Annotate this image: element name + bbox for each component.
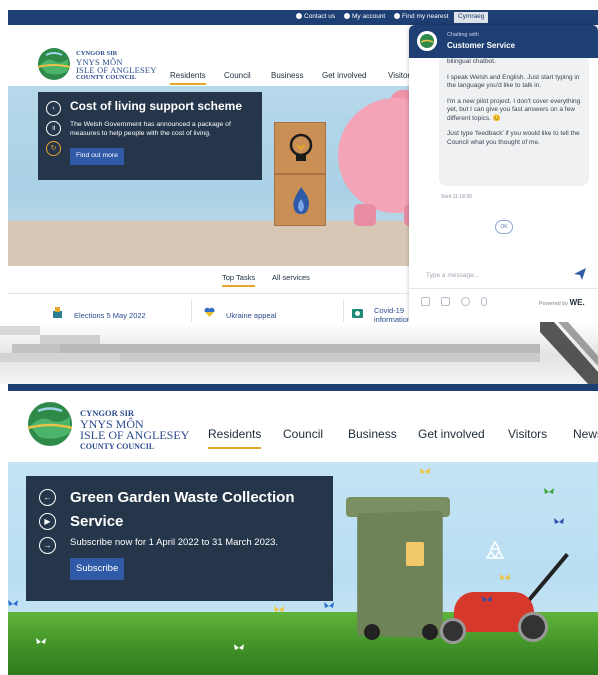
butterfly-icon — [234, 644, 244, 650]
send-icon[interactable] — [573, 267, 587, 281]
anglesey-logo-icon[interactable] — [25, 401, 75, 447]
emoji-icon[interactable] — [461, 297, 470, 306]
green-bin-icon — [357, 510, 443, 639]
hero-description: Subscribe now for 1 April 2022 to 31 Mar… — [70, 537, 279, 548]
my-account-link[interactable]: My account — [344, 13, 385, 20]
council-chat-avatar — [417, 31, 437, 51]
butterfly-icon — [554, 518, 564, 524]
butterfly-icon — [482, 596, 492, 602]
next-slide-icon[interactable]: → — [39, 537, 56, 554]
covid-info-icon — [352, 309, 363, 318]
nav-business[interactable]: Business — [271, 71, 303, 80]
nav-news[interactable]: News — [573, 427, 598, 441]
heart-icon — [204, 307, 215, 317]
recycle-icon — [485, 540, 505, 559]
butterfly-icon — [544, 488, 554, 494]
butterfly-icon — [274, 606, 284, 612]
image-icon[interactable] — [441, 297, 450, 306]
nav-residents[interactable]: Residents — [170, 71, 206, 85]
pixel-fade — [40, 335, 100, 344]
utility-bar: Contact us My account Find my nearest Cy… — [8, 10, 598, 25]
council-wordmark: CYNGOR SIR YNYS MÔN ISLE OF ANGLESEY COU… — [80, 408, 190, 451]
bin-wheel — [422, 624, 438, 640]
tab-top-tasks[interactable]: Top Tasks — [222, 273, 256, 287]
hero-title: Cost of living support scheme — [70, 99, 243, 113]
chat-subtitle: Chatting with — [447, 32, 479, 38]
chat-bubble-icon — [296, 13, 302, 19]
lawnmower-wheel — [440, 618, 466, 644]
microphone-icon[interactable] — [481, 297, 487, 306]
garden-waste-hero: ← ▶ → Green Garden Waste Collection Serv… — [8, 462, 598, 675]
screenshot-divider — [0, 322, 598, 384]
pixel-fade — [0, 353, 120, 362]
chat-footer-divider — [409, 288, 598, 289]
ballot-box-icon — [53, 307, 62, 318]
play-slide-icon[interactable]: ▶ — [39, 513, 56, 530]
find-out-more-button[interactable]: Find out more — [70, 148, 124, 165]
chatbot-widget[interactable]: Chatting with Customer Service bilingual… — [409, 25, 598, 322]
wooden-block-gas — [274, 174, 326, 226]
butterfly-icon — [420, 468, 430, 474]
garden-waste-screenshot: CYNGOR SIR YNYS MÔN ISLE OF ANGLESEY COU… — [8, 384, 598, 675]
lawnmower-wheel — [518, 612, 548, 642]
message-timestamp: Sent 11:18:30 — [441, 194, 472, 200]
location-pin-icon — [394, 13, 400, 19]
ok-quick-reply-button[interactable]: OK — [495, 220, 513, 234]
piggy-bank-leg — [354, 204, 376, 226]
nav-council[interactable]: Council — [224, 71, 251, 80]
hero-text-panel: ← ▶ → Green Garden Waste Collection Serv… — [26, 476, 333, 601]
nav-council[interactable]: Council — [283, 427, 323, 441]
butterfly-icon — [324, 602, 334, 608]
pixel-fade — [0, 326, 40, 335]
powered-by-label: Powered by WE. — [539, 298, 585, 307]
pause-slide-icon[interactable]: ॥ — [46, 121, 61, 136]
chat-message-bubble: bilingual chatbot. I speak Welsh and Eng… — [439, 58, 589, 186]
bin-wheel — [364, 624, 380, 640]
butterfly-icon — [36, 638, 46, 644]
lightbulb-icon — [289, 133, 313, 161]
slide-progress-icon[interactable]: ↻ — [46, 141, 61, 156]
hero-text-panel: ‹ ॥ ↻ Cost of living support scheme The … — [38, 92, 262, 180]
nav-business[interactable]: Business — [348, 427, 397, 441]
bin-sticker — [406, 542, 424, 566]
anglesey-logo-icon[interactable] — [36, 47, 72, 81]
task-ukraine-appeal[interactable]: Ukraine appeal — [204, 300, 344, 322]
top-strip — [8, 384, 598, 391]
gas-flame-icon — [293, 187, 309, 214]
find-my-nearest-link[interactable]: Find my nearest — [394, 13, 449, 20]
chat-header: Chatting with Customer Service — [409, 25, 598, 58]
butterfly-icon — [8, 600, 18, 606]
site-header: CYNGOR SIR YNYS MÔN ISLE OF ANGLESEY COU… — [8, 391, 598, 462]
chat-message-input[interactable]: Type a message... — [426, 272, 479, 279]
tab-all-services[interactable]: All services — [272, 273, 310, 282]
hero-description: The Welsh Government has announced a pac… — [70, 121, 231, 137]
expand-icon[interactable] — [421, 297, 430, 306]
butterfly-icon — [500, 574, 510, 580]
chat-title: Customer Service — [447, 41, 516, 50]
diagonal-stripe-decoration — [540, 322, 598, 384]
contact-us-link[interactable]: Contact us — [296, 13, 335, 20]
language-toggle-button[interactable]: Cymraeg — [454, 12, 489, 23]
previous-slide-icon[interactable]: ← — [39, 489, 56, 506]
person-icon — [344, 13, 350, 19]
hero-title: Green Garden Waste Collection Service — [70, 489, 295, 530]
nav-residents[interactable]: Residents — [208, 427, 262, 449]
wooden-block-bulb — [274, 122, 326, 174]
nav-visitors[interactable]: Visitors — [508, 427, 547, 441]
previous-slide-icon[interactable]: ‹ — [46, 101, 61, 116]
nav-get-involved[interactable]: Get involved — [418, 427, 485, 441]
pixel-fade — [120, 353, 540, 362]
task-elections[interactable]: Elections 5 May 2022 — [52, 300, 192, 322]
council-wordmark: CYNGOR SIR YNYS MÔN ISLE OF ANGLESEY COU… — [76, 50, 157, 81]
nav-get-involved[interactable]: Get involved — [322, 71, 366, 80]
pixel-fade — [60, 344, 540, 353]
subscribe-button[interactable]: Subscribe — [70, 558, 125, 580]
